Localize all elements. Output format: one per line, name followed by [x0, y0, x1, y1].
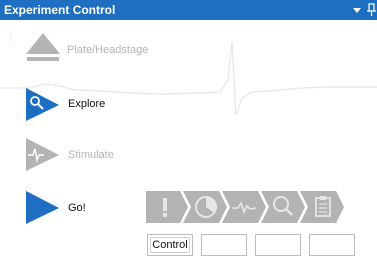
play-icon[interactable]	[26, 191, 60, 225]
slot-button-4[interactable]	[309, 234, 355, 256]
dropdown-arrow-icon[interactable]	[352, 5, 362, 15]
search-icon	[261, 191, 305, 223]
step-stimulate-label[interactable]: Stimulate	[68, 149, 114, 161]
waveform-icon	[222, 191, 266, 223]
step-go-label[interactable]: Go!	[68, 202, 86, 214]
step-explore-label[interactable]: Explore	[68, 98, 105, 110]
slot-button-3[interactable]	[255, 234, 301, 256]
slot-control-button[interactable]: Control	[147, 234, 193, 256]
window-titlebar: Experiment Control	[0, 0, 377, 20]
slot-button-2[interactable]	[201, 234, 247, 256]
stimulate-icon[interactable]	[26, 138, 60, 172]
clipboard-icon	[300, 191, 344, 223]
eject-icon[interactable]	[25, 32, 61, 62]
experiment-control-panel: Plate/Headstage Explore Stimulate Go! Co…	[0, 20, 377, 270]
alert-icon	[146, 191, 188, 223]
pipeline-progress	[146, 191, 344, 223]
window-title: Experiment Control	[4, 3, 116, 17]
step-plate-headstage-label[interactable]: Plate/Headstage	[67, 44, 148, 56]
timer-pie-icon	[183, 191, 227, 223]
pin-icon[interactable]	[366, 3, 377, 17]
slot-label: Control	[152, 239, 188, 251]
explore-magnifier-icon[interactable]	[26, 88, 60, 122]
